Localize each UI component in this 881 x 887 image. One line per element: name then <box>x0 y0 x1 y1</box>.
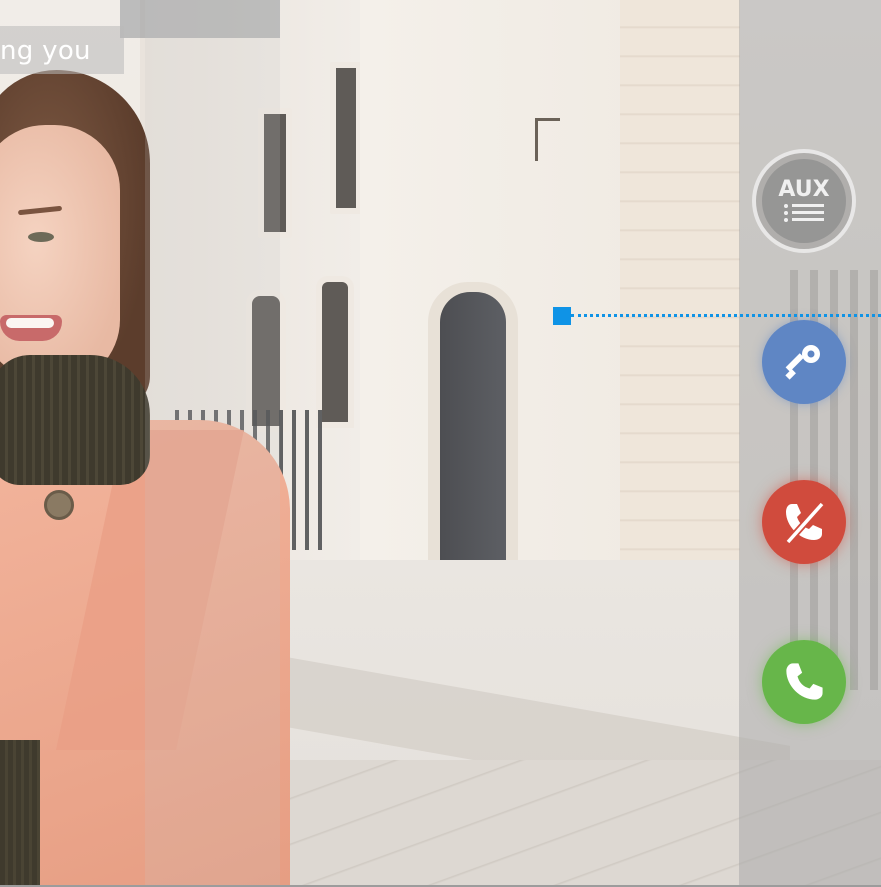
intercom-screen: ng you AUX <box>0 0 881 887</box>
key-icon <box>785 345 820 380</box>
accept-call-button[interactable] <box>762 640 846 724</box>
scene-door <box>440 292 506 588</box>
visitor-coat-button <box>44 490 74 520</box>
annotation-leader-line <box>571 314 881 317</box>
phone-icon <box>786 663 823 700</box>
scene-lamp <box>535 118 560 161</box>
visitor-sleeve <box>0 740 40 885</box>
door-open-button[interactable] <box>762 320 846 404</box>
scene-window <box>316 276 354 428</box>
annotation-marker <box>553 307 571 325</box>
visitor-sweater <box>0 355 150 485</box>
phone-hangup-icon <box>785 501 825 545</box>
visitor-teeth <box>6 318 54 328</box>
status-banner-text: ng you <box>0 36 91 66</box>
visitor-face <box>0 125 120 385</box>
aux-button[interactable]: AUX <box>752 149 856 253</box>
reject-call-button[interactable] <box>762 480 846 564</box>
scene-window <box>330 62 362 214</box>
aux-lines <box>784 203 824 222</box>
feed-dim-overlay <box>145 0 280 885</box>
aux-label: AUX <box>778 176 830 202</box>
aux-list-icon: AUX <box>762 159 846 243</box>
visitor-eye <box>28 232 54 242</box>
